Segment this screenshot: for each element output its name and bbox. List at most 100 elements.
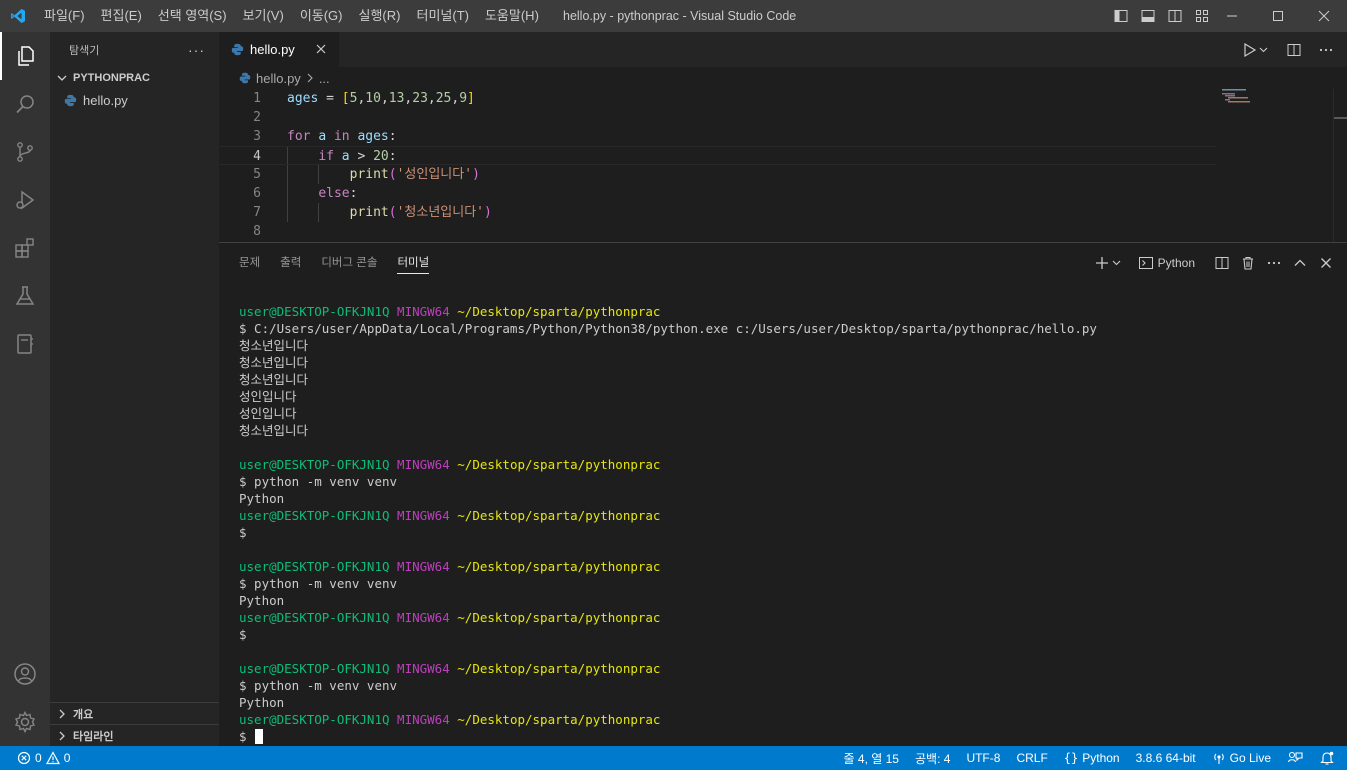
notebook-icon[interactable] — [0, 320, 50, 368]
new-terminal-button[interactable] — [1094, 252, 1126, 274]
close-tab-icon[interactable] — [313, 41, 329, 57]
maximize-icon[interactable] — [1255, 0, 1301, 32]
go-live-label: Go Live — [1229, 751, 1271, 765]
indentation[interactable]: 공백: 4 — [907, 746, 958, 770]
menu-file[interactable]: 파일(F) — [36, 0, 93, 32]
terminal-prompt-line: user@DESKTOP-OFKJN1Q MINGW64 ~/Desktop/s… — [239, 304, 661, 319]
line-number: 6 — [253, 186, 261, 201]
toggle-secondary-sidebar-icon[interactable] — [1161, 0, 1188, 32]
line-number: 5 — [253, 167, 261, 182]
close-icon[interactable] — [1301, 0, 1347, 32]
terminal-command-line: $ — [239, 525, 247, 540]
terminal-output-line: 성인입니다 — [239, 406, 297, 421]
timeline-section[interactable]: 타임라인 — [50, 724, 219, 746]
activity-bar — [0, 32, 50, 746]
kill-terminal-icon[interactable] — [1239, 252, 1257, 274]
line-number: 1 — [253, 91, 261, 106]
line-code: if a > 20: — [318, 149, 397, 164]
more-actions-icon[interactable] — [1315, 39, 1337, 61]
run-debug-icon[interactable] — [0, 176, 50, 224]
terminal-input-line[interactable]: $ — [239, 728, 1339, 745]
tab-problems[interactable]: 문제 — [229, 243, 270, 283]
more-actions-icon[interactable]: ··· — [188, 42, 205, 58]
tab-hello-py[interactable]: hello.py — [219, 32, 339, 67]
vscode-logo-icon — [0, 0, 36, 32]
toggle-sidebar-icon[interactable] — [1107, 0, 1134, 32]
go-live-button[interactable]: Go Live — [1204, 746, 1279, 770]
explorer-icon[interactable] — [0, 32, 50, 80]
line-number: 2 — [253, 110, 261, 125]
menu-selection[interactable]: 선택 영역(S) — [150, 0, 235, 32]
terminal-shell-selector[interactable]: Python — [1134, 252, 1199, 274]
python-file-icon — [64, 94, 77, 106]
warning-count: 0 — [63, 751, 71, 765]
chevron-right-icon — [307, 73, 313, 83]
outline-section[interactable]: 개요 — [50, 702, 219, 724]
tab-output[interactable]: 출력 — [270, 243, 311, 283]
source-control-icon[interactable] — [0, 128, 50, 176]
language-mode[interactable]: {} Python — [1056, 746, 1128, 770]
manage-gear-icon[interactable] — [0, 698, 50, 746]
minimap[interactable] — [1220, 89, 1335, 242]
code-line[interactable]: 5 print('성인입니다') — [219, 165, 1216, 184]
tab-debug-console[interactable]: 디버그 콘솔 — [311, 243, 387, 283]
notifications-bell-icon[interactable] — [1311, 746, 1347, 770]
terminal-output-line: Python — [239, 491, 285, 506]
testing-icon[interactable] — [0, 272, 50, 320]
code-editor[interactable]: 1 ages = [5,10,13,23,25,9] 2 3 for a in ages… — [219, 89, 1347, 242]
shell-label: Python — [1157, 256, 1195, 270]
terminal-command-line: $ python -m venv venv — [239, 678, 398, 693]
menu-edit[interactable]: 편집(E) — [93, 0, 150, 32]
editor-scrollbar[interactable] — [1333, 89, 1347, 242]
extensions-icon[interactable] — [0, 224, 50, 272]
code-line[interactable]: 4 if a > 20: — [219, 146, 1216, 165]
timeline-label: 타임라인 — [73, 730, 114, 743]
more-actions-icon[interactable] — [1265, 252, 1283, 274]
terminal-icon — [1138, 257, 1153, 269]
window-controls — [1209, 0, 1347, 32]
split-terminal-icon[interactable] — [1213, 252, 1231, 274]
accounts-icon[interactable] — [0, 650, 50, 698]
chevron-down-icon — [57, 75, 67, 81]
menu-help[interactable]: 도움말(H) — [477, 0, 547, 32]
minimize-icon[interactable] — [1209, 0, 1255, 32]
code-line[interactable]: 8 — [219, 222, 1216, 241]
terminal-prompt-line: user@DESKTOP-OFKJN1Q MINGW64 ~/Desktop/s… — [239, 559, 661, 574]
file-hello-py[interactable]: hello.py — [50, 89, 219, 111]
line-ending[interactable]: CRLF — [1008, 746, 1055, 770]
toggle-panel-icon[interactable] — [1134, 0, 1161, 32]
code-line[interactable]: 1 ages = [5,10,13,23,25,9] — [219, 89, 1216, 108]
split-editor-icon[interactable] — [1283, 39, 1305, 61]
run-python-file-icon[interactable] — [1239, 39, 1273, 61]
folder-pythonprac[interactable]: PYTHONPRAC — [50, 67, 219, 89]
menu-view[interactable]: 보기(V) — [235, 0, 292, 32]
terminal-output-line: 청소년입니다 — [239, 372, 309, 387]
code-line[interactable]: 3 for a in ages: — [219, 127, 1216, 146]
terminal-output-line: Python — [239, 593, 285, 608]
menu-go[interactable]: 이동(G) — [292, 0, 351, 32]
maximize-panel-icon[interactable] — [1291, 252, 1309, 274]
tab-terminal[interactable]: 터미널 — [387, 243, 439, 283]
code-line[interactable]: 7 print('청소년입니다') — [219, 203, 1216, 222]
code-line[interactable]: 2 — [219, 108, 1216, 127]
language-label: Python — [1082, 751, 1120, 765]
breadcrumb-symbols[interactable]: ... — [319, 71, 330, 86]
breadcrumb-file[interactable]: hello.py — [256, 71, 301, 86]
terminal-command-line: $ python -m venv venv — [239, 576, 398, 591]
search-icon[interactable] — [0, 80, 50, 128]
terminal-output[interactable]: user@DESKTOP-OFKJN1Q MINGW64 ~/Desktop/s… — [239, 303, 1339, 745]
python-interpreter[interactable]: 3.8.6 64-bit — [1128, 746, 1204, 770]
close-panel-icon[interactable] — [1317, 252, 1335, 274]
status-problems[interactable]: 0 0 — [0, 746, 70, 770]
feedback-icon[interactable] — [1279, 746, 1311, 770]
cursor-position[interactable]: 줄 4, 열 15 — [836, 746, 907, 770]
line-number: 7 — [253, 205, 261, 220]
terminal-prompt-line: user@DESKTOP-OFKJN1Q MINGW64 ~/Desktop/s… — [239, 712, 661, 727]
code-line[interactable]: 6 else: — [219, 184, 1216, 203]
menu-terminal[interactable]: 터미널(T) — [408, 0, 476, 32]
encoding[interactable]: UTF-8 — [958, 746, 1008, 770]
menu-run[interactable]: 실행(R) — [351, 0, 409, 32]
chevron-right-icon — [59, 731, 65, 740]
